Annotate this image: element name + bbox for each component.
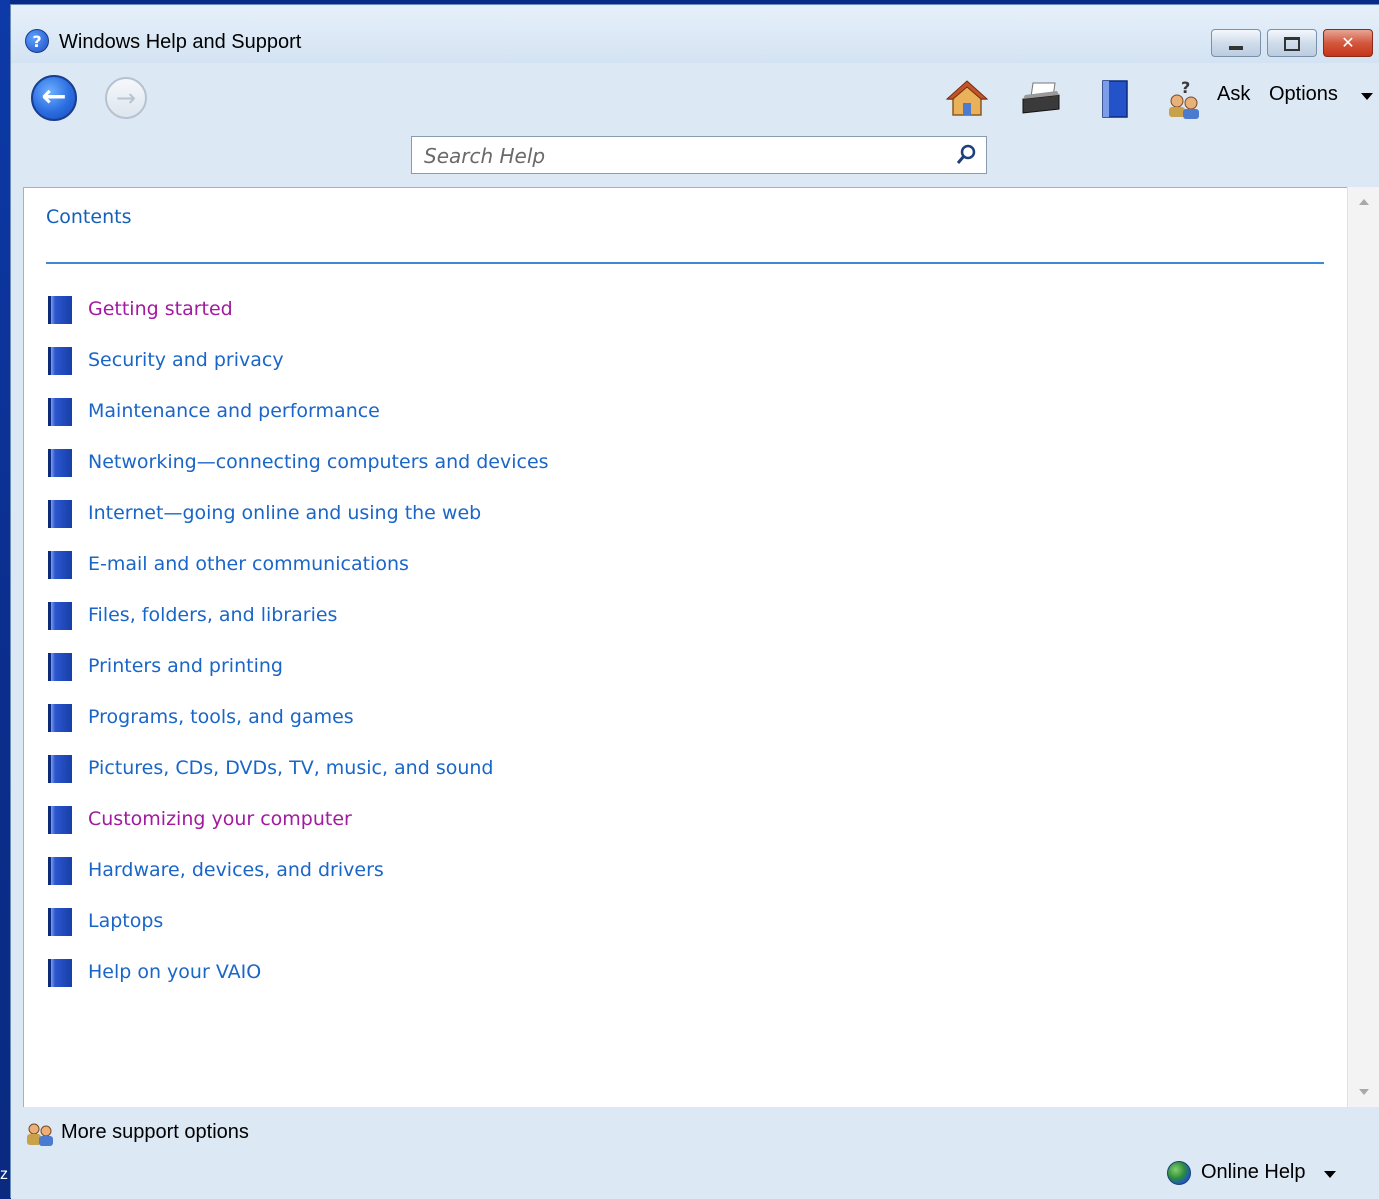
- footer-bar: More support options Online Help: [11, 1109, 1379, 1199]
- heading-divider: [46, 262, 1324, 264]
- scroll-down-arrow-icon[interactable]: [1359, 1089, 1369, 1095]
- topic-link[interactable]: Getting started: [88, 298, 233, 320]
- book-icon: [48, 398, 72, 426]
- topic-link[interactable]: Printers and printing: [88, 655, 283, 677]
- forward-arrow-icon[interactable]: →: [105, 77, 147, 119]
- topic-link[interactable]: Hardware, devices, and drivers: [88, 859, 384, 881]
- content-pane: Contents Getting started Security and pr…: [23, 187, 1347, 1107]
- book-icon: [48, 296, 72, 324]
- printer-icon[interactable]: [1019, 77, 1063, 121]
- topic-link[interactable]: E-mail and other communications: [88, 553, 409, 575]
- book-icon: [48, 347, 72, 375]
- search-box: [411, 136, 987, 174]
- book-icon: [48, 653, 72, 681]
- title-bar[interactable]: ? Windows Help and Support ✕: [11, 5, 1379, 63]
- house-icon[interactable]: [945, 77, 989, 121]
- topic-link[interactable]: Pictures, CDs, DVDs, TV, music, and soun…: [88, 757, 494, 779]
- topic-link[interactable]: Maintenance and performance: [88, 400, 380, 422]
- toolbar: ← → ? Ask Options: [11, 63, 1379, 185]
- topic-link[interactable]: Customizing your computer: [88, 808, 352, 830]
- topic-link[interactable]: Programs, tools, and games: [88, 706, 354, 728]
- help-question-icon: ?: [25, 29, 49, 53]
- topic-link[interactable]: Laptops: [88, 910, 163, 932]
- window-title: Windows Help and Support: [59, 31, 302, 53]
- topic-link[interactable]: Security and privacy: [88, 349, 284, 371]
- book-icon: [48, 704, 72, 732]
- search-icon[interactable]: [954, 143, 978, 167]
- people-question-icon[interactable]: ?: [1163, 77, 1207, 121]
- help-window: ? Windows Help and Support ✕ ← → ? Ask O…: [10, 4, 1379, 1199]
- caption-buttons: ✕: [1205, 29, 1373, 57]
- maximize-button[interactable]: [1267, 29, 1317, 57]
- book-icon: [48, 857, 72, 885]
- people-icon: [27, 1123, 53, 1146]
- desktop-edge-text: z: [0, 1166, 8, 1183]
- book-icon[interactable]: [1093, 77, 1137, 121]
- scroll-up-arrow-icon[interactable]: [1359, 199, 1369, 205]
- book-icon: [48, 908, 72, 936]
- vertical-scrollbar[interactable]: [1347, 187, 1379, 1107]
- topic-link[interactable]: Help on your VAIO: [88, 961, 261, 983]
- search-input[interactable]: [422, 143, 946, 169]
- topic-link[interactable]: Networking—connecting computers and devi…: [88, 451, 549, 473]
- book-icon: [48, 500, 72, 528]
- minimize-button[interactable]: [1211, 29, 1261, 57]
- book-icon: [48, 959, 72, 987]
- book-icon: [48, 551, 72, 579]
- online-help-menu[interactable]: Online Help: [1201, 1161, 1306, 1184]
- options-menu[interactable]: Options: [1269, 83, 1338, 106]
- globe-icon: [1167, 1161, 1191, 1185]
- topic-link[interactable]: Internet—going online and using the web: [88, 502, 481, 524]
- book-icon: [48, 806, 72, 834]
- more-support-options-link[interactable]: More support options: [61, 1121, 249, 1144]
- chevron-down-icon[interactable]: [1361, 93, 1373, 100]
- book-icon: [48, 602, 72, 630]
- back-arrow-icon[interactable]: ←: [31, 75, 77, 121]
- ask-link[interactable]: Ask: [1217, 83, 1250, 106]
- chevron-down-icon[interactable]: [1324, 1171, 1336, 1178]
- book-icon: [48, 449, 72, 477]
- desktop-edge: [0, 0, 10, 1198]
- topic-link[interactable]: Files, folders, and libraries: [88, 604, 337, 626]
- page-title: Contents: [46, 206, 132, 228]
- close-button[interactable]: ✕: [1323, 29, 1373, 57]
- book-icon: [48, 755, 72, 783]
- svg-text:?: ?: [1181, 78, 1190, 97]
